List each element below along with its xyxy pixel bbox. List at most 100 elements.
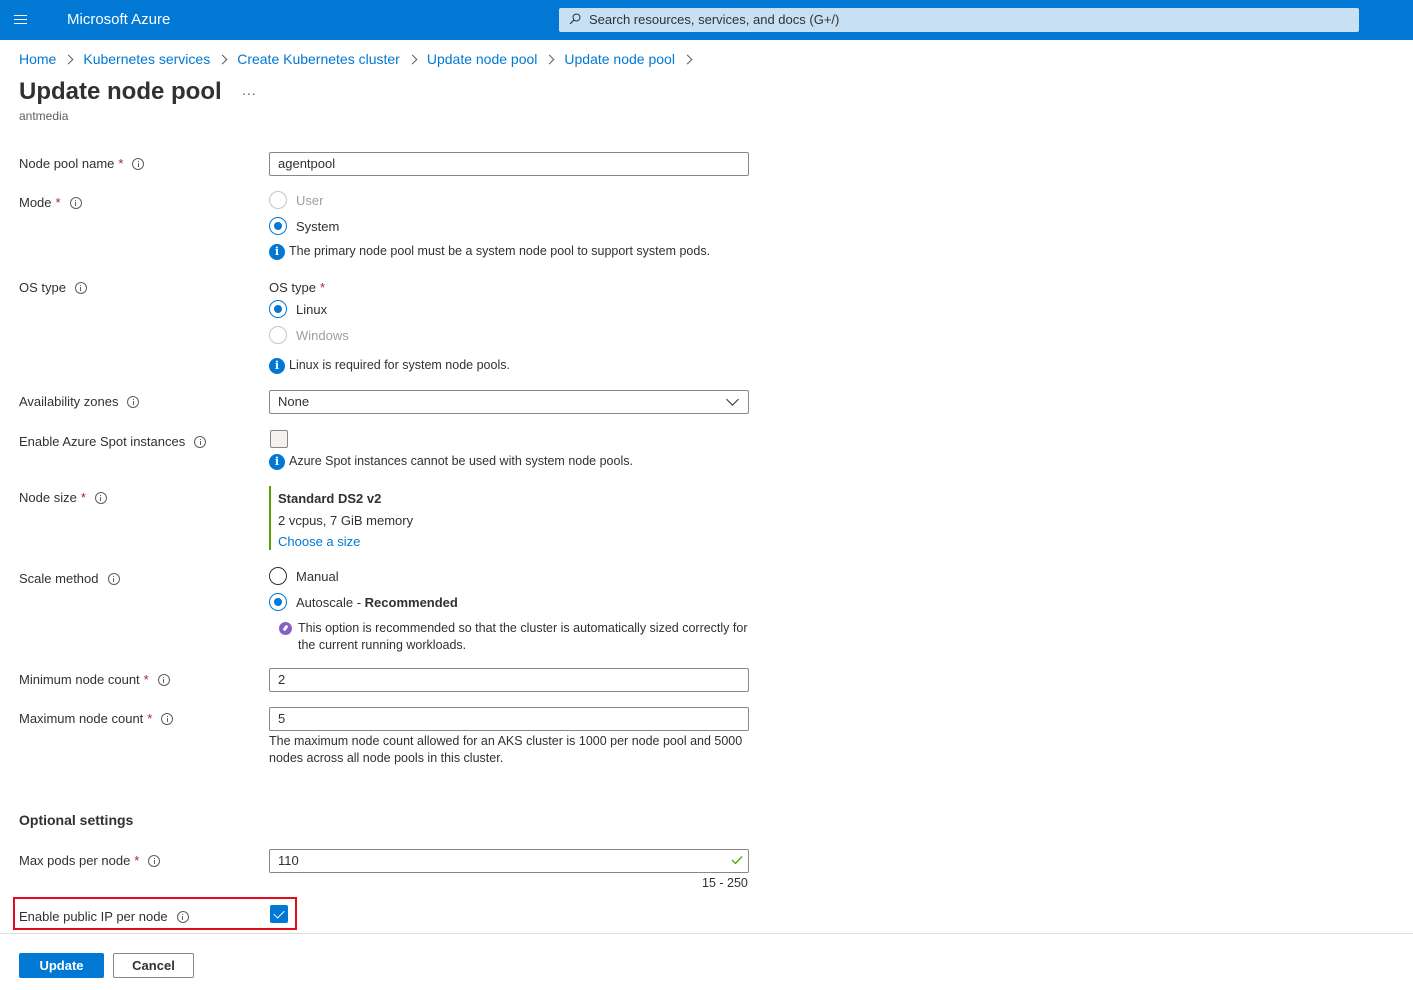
info-icon[interactable] (148, 854, 161, 867)
max-node-count-input[interactable]: 5 (269, 707, 749, 731)
info-icon[interactable] (176, 910, 189, 923)
info-filled-icon: i (269, 358, 285, 374)
info-icon[interactable] (127, 395, 140, 408)
label-text: Enable Azure Spot instances (19, 434, 186, 449)
input-value: 110 (278, 853, 299, 868)
menu-icon[interactable] (12, 12, 32, 28)
recommended-text: Recommended (364, 594, 458, 610)
cancel-button[interactable]: Cancel (113, 953, 194, 978)
min-node-count-label: Minimum node count * (19, 672, 170, 687)
breadcrumb-kubernetes-services[interactable]: Kubernetes services (83, 51, 210, 67)
max-node-count-help: The maximum node count allowed for an AK… (269, 734, 743, 765)
required-marker: * (134, 853, 140, 868)
availability-zones-dropdown[interactable]: None (269, 390, 749, 414)
message-text: The primary node pool must be a system n… (289, 244, 711, 258)
max-node-count-label: Maximum node count * (19, 711, 174, 726)
radio-label: User (296, 192, 324, 208)
autoscale-text: Autoscale - (296, 594, 365, 610)
spot-info-message: i Azure Spot instances cannot be used wi… (269, 454, 633, 470)
breadcrumb-update-node-pool-2[interactable]: Update node pool (564, 51, 675, 67)
info-icon[interactable] (194, 435, 207, 448)
footer-divider (0, 933, 1413, 934)
breadcrumb-create-cluster[interactable]: Create Kubernetes cluster (237, 51, 400, 67)
chevron-down-icon (726, 393, 739, 406)
page-subtitle: antmedia (19, 109, 69, 123)
info-icon[interactable] (69, 196, 82, 209)
info-icon[interactable] (107, 572, 120, 585)
search-placeholder: Search resources, services, and docs (G+… (589, 12, 840, 27)
radio-circle (269, 300, 287, 318)
info-icon[interactable] (132, 157, 145, 170)
public-ip-label: Enable public IP per node (19, 909, 189, 924)
label-text: OS type (19, 280, 66, 295)
label-text: Availability zones (19, 394, 119, 409)
node-size-name: Standard DS2 v2 (278, 491, 382, 506)
required-marker: * (319, 280, 326, 295)
info-icon[interactable] (157, 673, 170, 686)
os-type-inner-label: OS type * (269, 280, 325, 295)
label-text: Mode (19, 195, 52, 210)
brand-title[interactable]: Microsoft Azure (67, 11, 170, 28)
required-marker: * (80, 490, 86, 505)
info-icon[interactable] (94, 491, 107, 504)
info-icon[interactable] (74, 281, 87, 294)
radio-label: Linux (296, 301, 328, 317)
update-button[interactable]: Update (19, 953, 104, 978)
info-icon[interactable] (161, 712, 174, 725)
label-text: Max pods per node (19, 853, 131, 868)
chevron-right-icon (544, 54, 555, 64)
label-text: Node pool name (19, 156, 115, 171)
max-pods-range: 15 - 250 (702, 876, 748, 890)
breadcrumb-home[interactable]: Home (19, 51, 56, 67)
radio-circle (269, 567, 287, 585)
radio-circle (269, 326, 287, 344)
label-text: Enable public IP per node (19, 909, 168, 924)
spot-instances-checkbox[interactable] (270, 430, 288, 448)
rocket-icon (279, 622, 292, 635)
chevron-right-icon (407, 54, 418, 64)
message-text: Azure Spot instances cannot be used with… (289, 454, 633, 468)
choose-size-link[interactable]: Choose a size (278, 534, 413, 549)
public-ip-checkbox[interactable] (270, 905, 288, 923)
radio-label: Manual (296, 568, 339, 584)
chevron-right-icon (63, 54, 74, 64)
chevron-right-icon (682, 54, 693, 64)
label-text: Node size (19, 490, 77, 505)
page-title: Update node pool (19, 78, 222, 105)
checkmark-icon (731, 856, 743, 865)
label-text: Maximum node count (19, 711, 144, 726)
availability-zones-label: Availability zones (19, 394, 140, 409)
os-radio-windows[interactable]: Windows (269, 326, 349, 344)
required-marker: * (55, 195, 61, 210)
max-pods-label: Max pods per node * (19, 853, 161, 868)
node-pool-name-input[interactable]: agentpool (269, 152, 749, 176)
scale-radio-manual[interactable]: Manual (269, 567, 339, 585)
top-bar: Microsoft Azure Search resources, servic… (0, 0, 1413, 40)
more-options-button[interactable]: ... (242, 82, 257, 98)
label-text: Minimum node count (19, 672, 140, 687)
os-radio-linux[interactable]: Linux (269, 300, 327, 318)
min-node-count-input[interactable]: 2 (269, 668, 749, 692)
message-text: This option is recommended so that the c… (298, 621, 748, 652)
radio-label: System (296, 218, 340, 234)
radio-circle (269, 593, 287, 611)
search-input[interactable]: Search resources, services, and docs (G+… (559, 8, 1359, 32)
node-size-label: Node size * (19, 490, 107, 505)
info-filled-icon: i (269, 244, 285, 260)
mode-radio-system[interactable]: System (269, 217, 339, 235)
optional-settings-heading: Optional settings (19, 812, 134, 828)
os-type-label: OS type (19, 280, 87, 295)
dropdown-value: None (278, 394, 310, 409)
max-pods-input[interactable]: 110 (269, 849, 749, 873)
os-info-message: i Linux is required for system node pool… (269, 358, 510, 374)
radio-label: Windows (296, 327, 349, 343)
node-size-spec: 2 vcpus, 7 GiB memory (278, 513, 414, 528)
radio-label: Autoscale - Recommended (296, 595, 458, 610)
mode-radio-user[interactable]: User (269, 191, 323, 209)
required-marker: * (118, 156, 124, 171)
node-size-summary: Standard DS2 v2 2 vcpus, 7 GiB memory Ch… (269, 486, 413, 550)
scale-method-label: Scale method (19, 571, 120, 586)
radio-circle (269, 217, 287, 235)
scale-radio-autoscale[interactable]: Autoscale - Recommended (269, 593, 458, 611)
breadcrumb-update-node-pool-1[interactable]: Update node pool (427, 51, 538, 67)
